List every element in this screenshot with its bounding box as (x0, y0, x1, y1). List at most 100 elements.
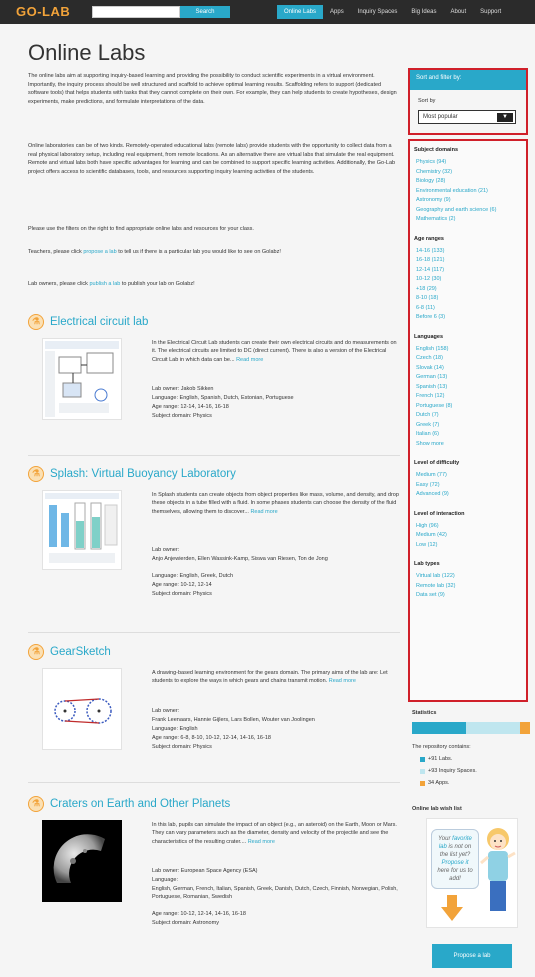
facet-option[interactable]: 6-8 (11) (416, 305, 435, 311)
facet-option[interactable]: Low (12) (416, 542, 437, 548)
publish-lab-link[interactable]: publish a lab (89, 281, 120, 287)
facet-option[interactable]: Biology (28) (416, 178, 445, 184)
lab-card-gearsketch: ⚗ GearSketch A drawing-based learning en… (28, 643, 400, 773)
circuit-thumbnail-image (45, 341, 119, 417)
facet-option[interactable]: German (13) (416, 374, 447, 380)
site-logo[interactable]: GO-LAB (16, 4, 70, 19)
facet-option[interactable]: Before 6 (3) (416, 314, 445, 320)
search-input[interactable] (92, 6, 180, 18)
lab-age-range: Age range: 10-12, 12-14 (152, 582, 212, 588)
lab-language: Language: English (152, 726, 198, 732)
stat-swatch (420, 780, 425, 786)
lab-title[interactable]: GearSketch (50, 646, 111, 658)
lab-divider (28, 782, 400, 783)
propose-lab-link[interactable]: propose a lab (83, 249, 116, 255)
lab-header: ⚗ Splash: Virtual Buoyancy Laboratory (28, 465, 236, 483)
facet-option[interactable]: Virtual lab (122) (416, 573, 455, 579)
stat-swatch (420, 768, 425, 774)
nav-inquiry-spaces[interactable]: Inquiry Spaces (351, 7, 405, 19)
facet-option[interactable]: Czech (18) (416, 355, 443, 361)
wishlist-title: Online lab wish list (412, 806, 462, 812)
lab-language-list: English, German, French, Italian, Spanis… (152, 886, 398, 901)
lab-flask-icon: ⚗ (28, 314, 44, 330)
facet-option[interactable]: Dutch (7) (416, 412, 439, 418)
facet-option[interactable]: Geography and earth science (6) (416, 207, 496, 213)
statistics-bar (412, 722, 530, 734)
facet-option[interactable]: Portuguese (8) (416, 403, 452, 409)
read-more-link[interactable]: Read more (248, 839, 275, 845)
nav-about[interactable]: About (443, 7, 473, 19)
owners-note-post: to publish your lab on Golabz! (120, 281, 195, 287)
facet-option[interactable]: Mathematics (2) (416, 216, 455, 222)
lab-subject-domain: Subject domain: Physics (152, 413, 212, 419)
nav-apps[interactable]: Apps (323, 7, 351, 19)
stat-inquiry-spaces: +93 Inquiry Spaces. (420, 768, 477, 774)
stat-apps: 34 Apps. (420, 780, 449, 786)
sort-select[interactable]: Most popular ▼ (418, 110, 516, 124)
facet-option[interactable]: Easy (72) (416, 482, 440, 488)
lab-header: ⚗ Craters on Earth and Other Planets (28, 795, 230, 813)
facet-option[interactable]: Chemistry (32) (416, 169, 452, 175)
facet-option[interactable]: Medium (77) (416, 472, 447, 478)
facet-option[interactable]: Slovak (14) (416, 365, 444, 371)
facet-option[interactable]: Astronomy (9) (416, 197, 451, 203)
facet-option[interactable]: Spanish (13) (416, 384, 447, 390)
lab-language: Language: (152, 877, 178, 883)
lab-description: In the Electrical Circuit Lab students c… (152, 339, 400, 364)
lab-thumbnail[interactable] (42, 668, 122, 750)
wishlist-card: Your favorite lab is not on the list yet… (426, 818, 518, 928)
lab-subject-domain: Subject domain: Physics (152, 744, 212, 750)
facet-option[interactable]: 12-14 (117) (416, 267, 444, 273)
lab-thumbnail[interactable] (42, 490, 122, 570)
facet-option[interactable]: French (12) (416, 393, 444, 399)
facet-option[interactable]: 10-12 (30) (416, 276, 441, 282)
facet-option[interactable]: 14-16 (133) (416, 248, 444, 254)
facet-option[interactable]: Environmental education (21) (416, 188, 488, 194)
facet-option[interactable]: Remote lab (32) (416, 583, 455, 589)
lab-title[interactable]: Splash: Virtual Buoyancy Laboratory (50, 468, 236, 480)
dropdown-arrow-icon[interactable]: ▼ (497, 113, 513, 122)
nav-online-labs[interactable]: Online Labs (277, 5, 324, 19)
facet-option[interactable]: Show more (416, 441, 444, 447)
bubble-text-3: here for us to add! (437, 868, 473, 882)
read-more-link[interactable]: Read more (236, 357, 263, 363)
lab-thumbnail[interactable] (42, 820, 122, 902)
read-more-link[interactable]: Read more (329, 678, 356, 684)
facet-heading: Lab types (414, 561, 440, 567)
facet-option[interactable]: Greek (7) (416, 422, 439, 428)
facet-option[interactable]: Advanced (9) (416, 491, 449, 497)
propose-lab-button[interactable]: Propose a lab (432, 944, 512, 968)
lab-flask-icon: ⚗ (28, 466, 44, 482)
sort-select-value: Most popular (423, 114, 458, 120)
lab-title[interactable]: Craters on Earth and Other Planets (50, 798, 230, 810)
nav-big-ideas[interactable]: Big Ideas (404, 7, 443, 19)
facet-option[interactable]: 8-10 (18) (416, 295, 438, 301)
facet-option[interactable]: +18 (29) (416, 286, 437, 292)
owners-note: Lab owners, please click publish a lab t… (28, 280, 400, 289)
nav-support[interactable]: Support (473, 7, 508, 19)
facet-option[interactable]: 16-18 (121) (416, 257, 444, 263)
facet-option[interactable]: Physics (94) (416, 159, 446, 165)
lab-description: In this lab, pupils can simulate the imp… (152, 821, 400, 846)
facet-heading: Subject domains (414, 147, 459, 153)
lab-owner: Lab owner: (152, 708, 180, 714)
facet-option[interactable]: English (158) (416, 346, 448, 352)
teachers-note-pre: Teachers, please click (28, 249, 84, 255)
lab-flask-icon: ⚗ (28, 796, 44, 812)
facet-option[interactable]: Italian (6) (416, 431, 439, 437)
lab-subject-domain: Subject domain: Physics (152, 591, 212, 597)
lab-card-craters: ⚗ Craters on Earth and Other Planets In … (28, 795, 400, 970)
lab-description: A drawing-based learning environment for… (152, 669, 400, 686)
lab-thumbnail[interactable] (42, 338, 122, 420)
lab-title[interactable]: Electrical circuit lab (50, 316, 148, 328)
facet-option[interactable]: Medium (42) (416, 532, 447, 538)
stat-label: 34 Apps. (428, 780, 450, 786)
facet-option[interactable]: High (96) (416, 523, 439, 529)
lab-subject-domain: Subject domain: Astronomy (152, 920, 219, 926)
facet-option[interactable]: Data set (9) (416, 592, 445, 598)
search-button[interactable]: Search (180, 6, 230, 18)
facet-heading: Age ranges (414, 235, 444, 242)
main-nav: Online Labs Apps Inquiry Spaces Big Idea… (277, 5, 508, 19)
lab-age-range: Age range: 10-12, 12-14, 14-16, 16-18 (152, 911, 246, 917)
read-more-link[interactable]: Read more (250, 509, 277, 515)
